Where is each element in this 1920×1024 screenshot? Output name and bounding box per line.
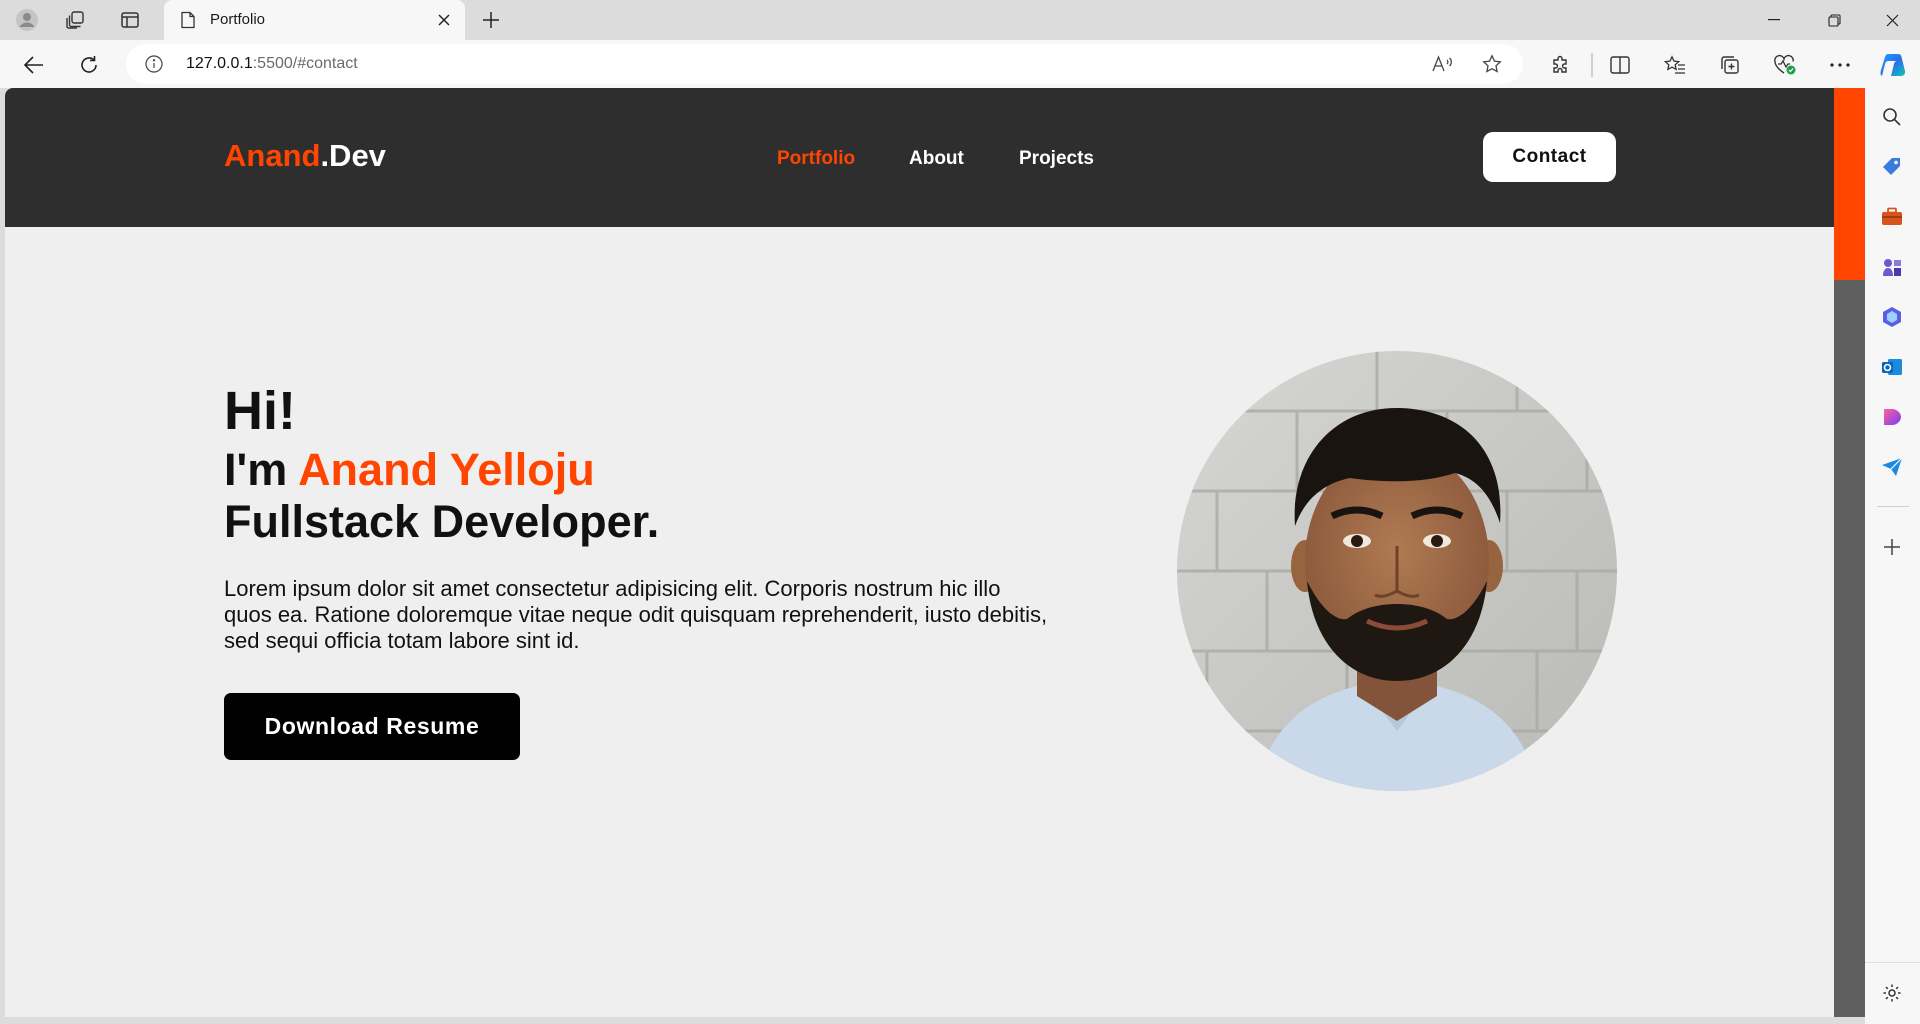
close-icon[interactable]	[433, 9, 455, 31]
page-icon	[178, 10, 198, 30]
outlook-icon[interactable]	[1879, 354, 1905, 380]
send-icon[interactable]	[1879, 454, 1905, 480]
profile-icon[interactable]	[12, 6, 42, 34]
tag-icon[interactable]	[1879, 154, 1905, 180]
window-bottom-edge	[0, 1017, 1865, 1024]
url-host: 127.0.0.1	[186, 55, 253, 72]
back-arrow-icon[interactable]	[19, 50, 49, 80]
nav-projects[interactable]: Projects	[1019, 148, 1094, 170]
refresh-icon[interactable]	[74, 50, 104, 80]
split-screen-icon[interactable]	[1605, 50, 1635, 80]
toolbar-divider	[1591, 53, 1593, 77]
profile-photo	[1177, 351, 1617, 791]
hero-intro: I'm Anand Yelloju	[224, 444, 595, 496]
browser-essentials-icon[interactable]	[1770, 50, 1800, 80]
collections-icon[interactable]	[1715, 50, 1745, 80]
site-header: Anand.Dev Portfolio About Projects Conta…	[5, 88, 1834, 227]
more-icon[interactable]	[1825, 50, 1855, 80]
plus-icon[interactable]	[476, 6, 506, 34]
tab-actions-icon[interactable]	[115, 6, 145, 34]
browser-sidebar	[1865, 88, 1920, 1024]
window-close-icon[interactable]	[1864, 0, 1920, 40]
minimize-icon[interactable]	[1746, 0, 1802, 40]
restore-icon[interactable]	[1806, 0, 1862, 40]
hero-intro-prefix: I'm	[224, 444, 299, 495]
info-icon[interactable]	[144, 54, 164, 74]
search-icon[interactable]	[1879, 104, 1905, 130]
logo-accent: Anand	[224, 138, 321, 173]
settings-icon[interactable]	[1879, 980, 1905, 1006]
copilot-icon[interactable]	[1878, 50, 1908, 80]
site-logo[interactable]: Anand.Dev	[224, 138, 386, 174]
puzzle-icon[interactable]	[1546, 50, 1576, 80]
browser-toolbar: 127.0.0.1:5500/#contact	[0, 40, 1920, 88]
active-tab[interactable]: Portfolio	[164, 0, 465, 40]
tab-title: Portfolio	[210, 11, 266, 28]
hero-greeting: Hi!	[224, 381, 296, 441]
office-icon[interactable]	[1879, 304, 1905, 330]
scrollbar-thumb[interactable]	[1834, 88, 1865, 280]
add-icon[interactable]	[1879, 534, 1905, 560]
toolbox-icon[interactable]	[1879, 204, 1905, 230]
tab-bar: Portfolio	[0, 0, 1920, 40]
url-path: :5500/#contact	[252, 55, 358, 72]
hero-role: Fullstack Developer.	[224, 496, 660, 547]
logo-rest: .Dev	[320, 138, 386, 173]
contact-button[interactable]: Contact	[1483, 132, 1616, 182]
designer-icon[interactable]	[1879, 404, 1905, 430]
page-viewport: Anand.Dev Portfolio About Projects Conta…	[5, 88, 1834, 1017]
nav-portfolio[interactable]: Portfolio	[777, 148, 855, 170]
nav-about[interactable]: About	[909, 148, 964, 170]
hero-description: Lorem ipsum dolor sit amet consectetur a…	[224, 576, 1048, 653]
read-aloud-icon[interactable]	[1430, 52, 1456, 76]
star-icon[interactable]	[1479, 52, 1505, 76]
page-scrollbar[interactable]	[1834, 88, 1865, 1017]
url-text[interactable]: 127.0.0.1:5500/#contact	[186, 55, 358, 73]
download-resume-button[interactable]: Download Resume	[224, 693, 520, 760]
games-icon[interactable]	[1879, 254, 1905, 280]
sidebar-bottom-divider	[1865, 962, 1920, 963]
sidebar-divider	[1877, 506, 1909, 507]
hero-name: Anand Yelloju	[298, 444, 595, 495]
address-bar[interactable]: 127.0.0.1:5500/#contact	[126, 44, 1523, 84]
workspaces-icon[interactable]	[60, 6, 90, 34]
favorites-icon[interactable]	[1660, 50, 1690, 80]
